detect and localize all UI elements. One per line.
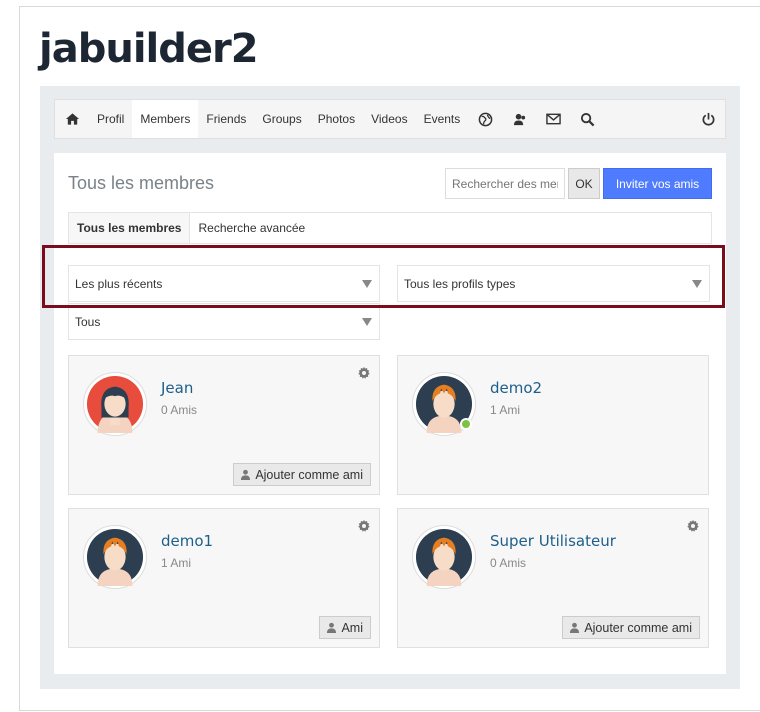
add-friend-button[interactable]: Ajouter comme ami <box>562 616 700 639</box>
sort-select-value: Les plus récents <box>75 276 163 291</box>
add-friend-label: Ajouter comme ami <box>584 620 692 635</box>
member-name[interactable]: demo2 <box>490 379 542 397</box>
nav-photos[interactable]: Photos <box>310 100 363 138</box>
globe-icon[interactable] <box>468 100 502 138</box>
avatar[interactable] <box>83 372 147 436</box>
user-icon <box>327 622 337 633</box>
search-icon[interactable] <box>570 100 604 138</box>
community-navbar: Profil Members Friends Groups Photos Vid… <box>54 99 726 139</box>
site-title[interactable]: jabuilder2 <box>39 26 259 72</box>
profile-type-select-value: Tous les profils types <box>404 276 516 291</box>
chevron-down-icon <box>692 280 702 288</box>
male-avatar-icon <box>86 528 144 586</box>
nav-events[interactable]: Events <box>416 100 469 138</box>
invite-friends-button[interactable]: Inviter vos amis <box>603 168 712 199</box>
friend-status-button[interactable]: Ami <box>319 616 371 639</box>
avatar[interactable] <box>412 525 476 589</box>
mail-icon[interactable] <box>536 100 570 138</box>
gear-icon[interactable] <box>357 366 371 380</box>
scope-select[interactable]: Tous <box>68 303 380 340</box>
power-icon[interactable] <box>691 100 725 138</box>
online-status-indicator <box>460 418 472 430</box>
male-avatar-icon <box>415 528 473 586</box>
member-name[interactable]: Jean <box>161 379 193 397</box>
member-name[interactable]: demo1 <box>161 532 213 550</box>
member-card: demo2 1 Ami <box>397 355 709 495</box>
profile-type-select[interactable]: Tous les profils types <box>397 265 710 302</box>
member-tabs: Tous les membres Recherche avancée <box>68 212 712 244</box>
chevron-down-icon <box>362 280 372 288</box>
user-icon <box>241 469 251 480</box>
users-icon[interactable] <box>502 100 536 138</box>
gear-icon[interactable] <box>357 519 371 533</box>
nav-members[interactable]: Members <box>132 100 199 138</box>
nav-profil[interactable]: Profil <box>89 100 132 138</box>
scope-select-value: Tous <box>75 314 101 329</box>
member-card: Super Utilisateur 0 Amis Ajouter comme a… <box>397 508 709 648</box>
search-ok-button[interactable]: OK <box>568 168 600 199</box>
sort-select[interactable]: Les plus récents <box>68 265 380 302</box>
tab-advanced-search[interactable]: Recherche avancée <box>190 213 711 243</box>
member-card: demo1 1 Ami Ami <box>68 508 380 648</box>
avatar[interactable] <box>83 525 147 589</box>
add-friend-button[interactable]: Ajouter comme ami <box>233 463 371 486</box>
member-friend-count: 0 Amis <box>490 556 527 570</box>
page-title: Tous les membres <box>68 173 215 193</box>
female-avatar-icon <box>86 375 144 433</box>
tab-all-members[interactable]: Tous les membres <box>69 213 191 243</box>
add-friend-label: Ajouter comme ami <box>255 467 363 482</box>
member-name[interactable]: Super Utilisateur <box>490 532 616 550</box>
nav-groups[interactable]: Groups <box>254 100 309 138</box>
nav-videos[interactable]: Videos <box>363 100 415 138</box>
member-search-input[interactable] <box>445 168 565 199</box>
friend-status-label: Ami <box>341 620 363 635</box>
member-friend-count: 1 Ami <box>490 403 521 417</box>
member-friend-count: 1 Ami <box>161 556 192 570</box>
member-friend-count: 0 Amis <box>161 403 198 417</box>
user-icon <box>570 622 580 633</box>
chevron-down-icon <box>362 318 372 326</box>
member-card: Jean 0 Amis Ajouter comme ami <box>68 355 380 495</box>
home-icon[interactable] <box>55 100 89 138</box>
gear-icon[interactable] <box>686 519 700 533</box>
nav-friends[interactable]: Friends <box>198 100 254 138</box>
